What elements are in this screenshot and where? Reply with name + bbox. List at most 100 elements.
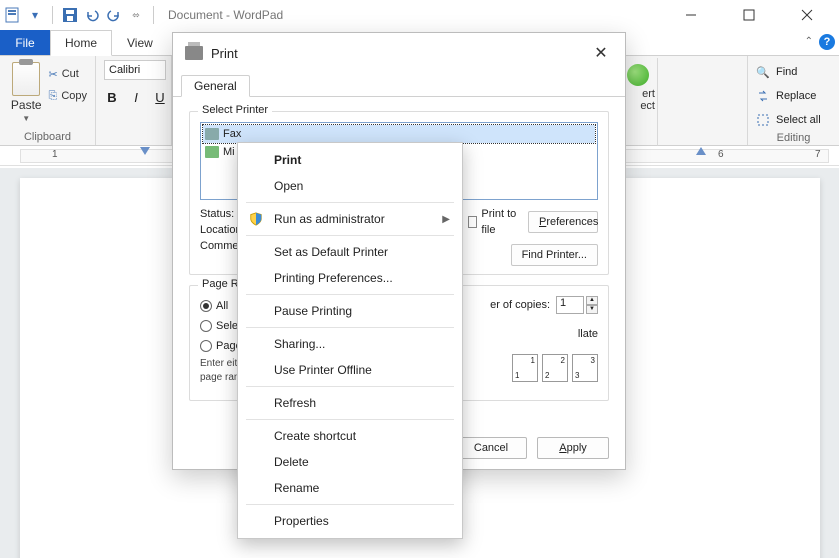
replace-icon — [756, 89, 770, 103]
copies-spinner[interactable]: 1 ▲ ▼ — [556, 296, 598, 314]
underline-button[interactable]: U — [152, 90, 168, 105]
font-name-select[interactable]: Calibri — [104, 60, 166, 80]
separator — [52, 6, 53, 24]
ctx-sharing[interactable]: Sharing... — [238, 331, 462, 357]
font-group-label — [104, 141, 163, 143]
dialog-close-button[interactable]: ✕ — [589, 43, 613, 63]
find-button[interactable]: 🔍 Find — [756, 62, 797, 82]
printer-item-fax[interactable]: Fax — [203, 125, 595, 143]
home-tab[interactable]: Home — [50, 30, 112, 56]
general-tab[interactable]: General — [181, 75, 250, 97]
spin-up-icon[interactable]: ▲ — [586, 296, 598, 305]
paste-button[interactable]: Paste ▼ — [8, 60, 45, 124]
indent-marker-icon[interactable] — [140, 147, 150, 157]
radio-icon — [200, 320, 212, 332]
range-selection-label: Sele — [216, 320, 238, 332]
italic-button[interactable]: I — [128, 90, 144, 105]
replace-label: Replace — [776, 90, 816, 102]
select-all-icon — [756, 113, 770, 127]
minimize-button[interactable] — [671, 1, 711, 29]
redo-icon[interactable] — [105, 6, 123, 24]
close-button[interactable] — [787, 1, 827, 29]
separator — [246, 386, 454, 387]
printer-context-menu: Print Open Run as administrator ▶ Set as… — [237, 142, 463, 539]
right-indent-marker-icon[interactable] — [696, 147, 706, 157]
ctx-create-shortcut[interactable]: Create shortcut — [238, 423, 462, 449]
radio-icon — [200, 300, 212, 312]
ctx-properties[interactable]: Properties — [238, 508, 462, 534]
shield-icon — [248, 211, 264, 227]
view-tab[interactable]: View — [112, 30, 168, 55]
copy-icon: ⎘ — [49, 90, 58, 103]
cut-button[interactable]: ✂ Cut — [49, 64, 88, 84]
editing-group-label: Editing — [756, 130, 831, 144]
ctx-run-as-admin-label: Run as administrator — [274, 212, 385, 226]
preferences-button[interactable]: PPreferencesreferences — [528, 211, 598, 233]
chevron-right-icon: ▶ — [442, 214, 450, 225]
undo-icon[interactable] — [83, 6, 101, 24]
ctx-open[interactable]: Open — [238, 173, 462, 199]
ctx-print[interactable]: Print — [238, 147, 462, 173]
chevron-down-icon: ▼ — [22, 114, 30, 123]
qat-customize-icon[interactable]: ⬄ — [127, 6, 145, 24]
ctx-rename[interactable]: Rename — [238, 475, 462, 501]
print-to-file-label: Print to file — [481, 206, 520, 238]
ctx-set-default[interactable]: Set as Default Printer — [238, 239, 462, 265]
paste-label: Paste — [11, 98, 42, 112]
select-all-button[interactable]: Select all — [756, 110, 821, 130]
select-all-label: Select all — [776, 114, 821, 126]
copies-label: er of copies: — [490, 299, 550, 311]
collate-page-icon — [542, 354, 568, 382]
ctx-refresh[interactable]: Refresh — [238, 390, 462, 416]
ctx-run-as-admin[interactable]: Run as administrator ▶ — [238, 206, 462, 232]
copy-button[interactable]: ⎘ Copy — [49, 86, 88, 106]
separator — [246, 419, 454, 420]
printer-icon — [185, 46, 203, 60]
print-to-file-checkbox[interactable]: Print to file — [468, 206, 520, 238]
separator — [246, 294, 454, 295]
dialog-titlebar: Print ✕ — [173, 33, 625, 73]
apply-button[interactable]: ApplyApply — [537, 437, 609, 459]
cancel-button[interactable]: Cancel — [455, 437, 527, 459]
app-icon — [4, 6, 22, 24]
dialog-title: Print — [211, 46, 238, 61]
title-bar: ▾ ⬄ Document - WordPad — [0, 0, 839, 30]
qat-dropdown-icon[interactable]: ▾ — [26, 6, 44, 24]
help-icon[interactable]: ? — [819, 34, 835, 50]
ctx-delete[interactable]: Delete — [238, 449, 462, 475]
spin-down-icon[interactable]: ▼ — [586, 305, 598, 314]
printer-fax-label: Fax — [223, 128, 241, 140]
find-printer-button[interactable]: Find Printer... — [511, 244, 598, 266]
separator — [246, 327, 454, 328]
window-title: Document - WordPad — [168, 8, 283, 22]
replace-button[interactable]: Replace — [756, 86, 816, 106]
save-icon[interactable] — [61, 6, 79, 24]
clipboard-group-label: Clipboard — [8, 129, 87, 143]
maximize-button[interactable] — [729, 1, 769, 29]
find-label: Find — [776, 66, 797, 78]
separator — [246, 235, 454, 236]
ctx-printing-prefs[interactable]: Printing Preferences... — [238, 265, 462, 291]
cut-label: Cut — [62, 68, 79, 80]
file-tab[interactable]: File — [0, 30, 50, 55]
ruler-tick-1: 1 — [52, 149, 58, 160]
collate-page-icon — [512, 354, 538, 382]
quick-access-toolbar: ▾ ⬄ — [4, 6, 158, 24]
copies-input[interactable]: 1 — [556, 296, 584, 314]
separator — [246, 504, 454, 505]
bold-button[interactable]: B — [104, 90, 120, 105]
ctx-use-offline[interactable]: Use Printer Offline — [238, 357, 462, 383]
search-icon: 🔍 — [756, 65, 770, 79]
separator — [246, 202, 454, 203]
ruler-tick-7: 7 — [815, 149, 821, 160]
ctx-pause-printing[interactable]: Pause Printing — [238, 298, 462, 324]
checkbox-icon — [468, 216, 477, 228]
printer-icon — [205, 146, 219, 158]
separator — [153, 6, 154, 24]
clipboard-icon — [12, 62, 40, 96]
ruler-tick-6: 6 — [718, 149, 724, 160]
select-printer-legend: Select Printer — [198, 104, 272, 116]
dialog-tabs: General — [173, 73, 625, 97]
printer-second-label: Mi — [223, 146, 235, 158]
collapse-ribbon-icon[interactable]: ⌃ — [805, 36, 813, 47]
